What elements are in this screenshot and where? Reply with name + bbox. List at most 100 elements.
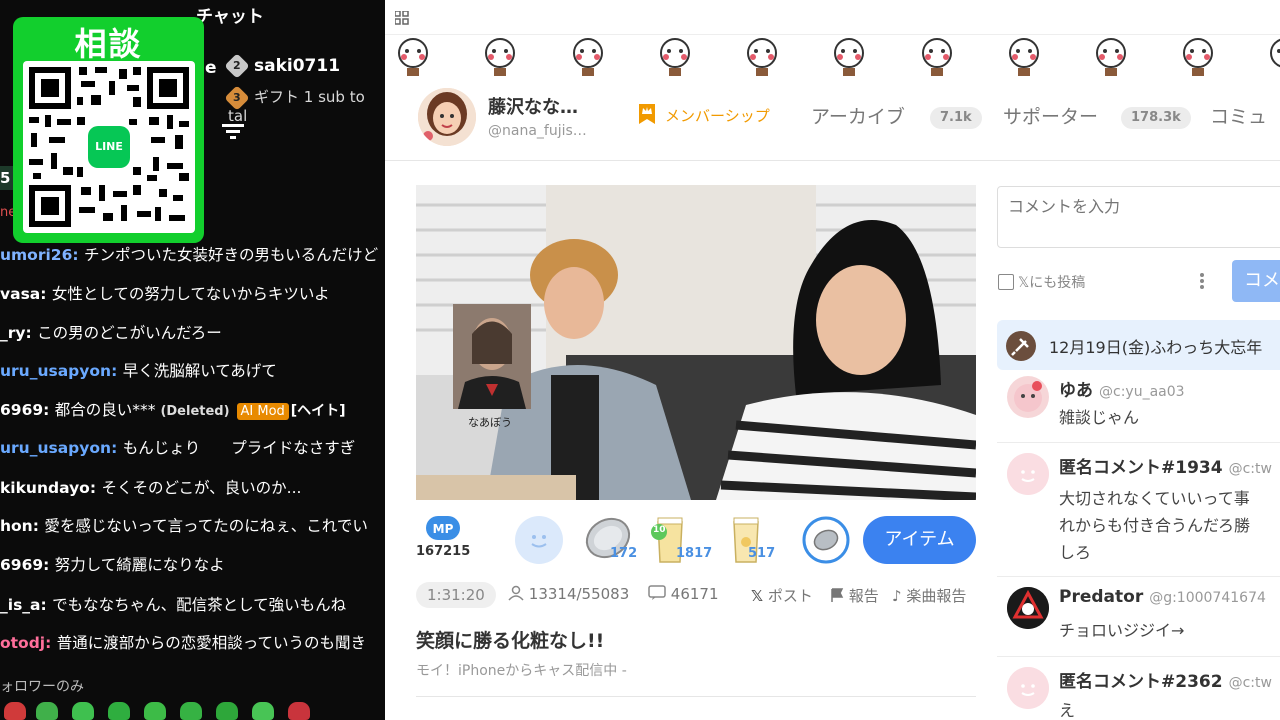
chat-username[interactable]: vasa (0, 285, 40, 303)
chat-message[interactable]: hon: 愛を感じないって言ってたのにねぇ、これでい (0, 514, 368, 536)
comment-author-id: @c:tw (1228, 461, 1272, 477)
comment-submit-button[interactable]: コメ (1232, 260, 1280, 302)
top-gifter-row[interactable]: 3 ギフト 1 sub to tal (224, 84, 385, 125)
channel-name[interactable]: 藤沢なな… (488, 93, 578, 119)
mascot-icon (834, 38, 864, 76)
emote-icon[interactable] (36, 702, 58, 720)
report-label: 報告 (848, 587, 879, 605)
gifter-name: saki0711 (254, 56, 341, 76)
chat-username[interactable]: _ry (0, 324, 26, 342)
live-subtitle: モイ！iPhoneからキャス配信中 - (416, 663, 627, 679)
comment-author[interactable]: Predator @g:1000741674 (1059, 587, 1266, 607)
music-report-button[interactable]: ♪ 楽曲報告 (892, 585, 966, 606)
comment-item[interactable]: 匿名コメント#1934 @c:tw 大切されなくていいって事 れからも付き合うんだ… (997, 453, 1280, 573)
chat-username[interactable]: umori26 (0, 246, 72, 264)
pip-guest-video[interactable] (453, 304, 531, 409)
tab-archive[interactable]: アーカイブ (811, 102, 905, 129)
tab-membership[interactable]: メンバーシップ (637, 104, 770, 126)
x-logo-icon: 𝕏 (751, 587, 764, 605)
chat-message[interactable]: 6969: 都合の良い*** (Deleted) AI Mod [ヘイト] (0, 398, 346, 420)
chat-text: 愛を感じないって言ってたのにねぇ、これでい (44, 517, 368, 535)
comment-icon (648, 585, 666, 600)
emote-icon[interactable] (4, 702, 26, 720)
item-button[interactable]: アイテム (863, 516, 976, 564)
chat-username[interactable]: otodj (0, 634, 45, 652)
report-button[interactable]: 報告 (830, 585, 879, 606)
comment-item[interactable]: Predator @g:1000741674 チョロいジジイ→ (997, 587, 1280, 651)
comment-text: チョロいジジイ→ (1059, 621, 1185, 640)
flag-icon (831, 588, 844, 602)
tab-supporter[interactable]: サポーター (1003, 102, 1098, 129)
chat-message[interactable]: umori26: チンポついた女装好きの男もいるんだけど (0, 243, 378, 265)
chat-username[interactable]: kikundayo (0, 479, 90, 497)
tea-gift-level: 10 (653, 525, 666, 535)
comment-author[interactable]: 匿名コメント#2362 @c:tw (1059, 667, 1272, 692)
chat-username[interactable]: uru_usapyon (0, 362, 111, 380)
emote-icon[interactable] (180, 702, 202, 720)
chat-username[interactable]: _is_a (0, 596, 41, 614)
drink-gift-button[interactable]: 517 (726, 514, 786, 566)
chat-message[interactable]: _ry: この男のどこがいんだろー (0, 321, 222, 343)
chat-message[interactable]: kikundayo: そくそのどこが、良いのか... (0, 476, 301, 498)
emote-icon[interactable] (216, 702, 238, 720)
chat-message[interactable]: uru_usapyon: 早く洗脳解いてあげて (0, 359, 277, 381)
mp-icon: MP (426, 516, 460, 544)
chat-message[interactable]: 6969: 努力して綺麗になりなよ (0, 553, 225, 575)
coin-gift-button[interactable]: 172 (584, 514, 640, 566)
live-title: 笑顔に勝る化粧なし!! (416, 630, 605, 652)
comment-text: しろ (1059, 543, 1092, 562)
more-options-icon[interactable] (1199, 272, 1205, 294)
emote-icon[interactable] (144, 702, 166, 720)
chat-message[interactable]: vasa: 女性としての努力してないからキツいよ (0, 282, 330, 304)
filter-icon[interactable] (222, 122, 244, 144)
music-note-icon: ♪ (892, 587, 902, 605)
chat-username[interactable]: 6969 (0, 556, 43, 574)
chat-text: 女性としての努力してないからキツいよ (51, 285, 330, 303)
tea-gift-button[interactable]: 10 1817 (650, 514, 714, 566)
anonymous-avatar[interactable] (1007, 453, 1049, 495)
grid-icon[interactable] (394, 10, 409, 29)
chat-username[interactable]: hon (0, 517, 33, 535)
line-qr-card: 相談 LINE (13, 17, 204, 243)
video-player[interactable]: なあぼう (416, 185, 976, 500)
anonymous-avatar[interactable] (1007, 667, 1049, 709)
x-post-checkbox[interactable] (998, 274, 1014, 290)
mascot-icon (1096, 38, 1126, 76)
chat-username[interactable]: 6969 (0, 401, 43, 419)
x-post-button[interactable]: 𝕏 ポスト (751, 585, 813, 606)
pin-icon (1006, 331, 1036, 361)
emote-icon[interactable] (72, 702, 94, 720)
comment-input[interactable] (997, 186, 1280, 248)
comment-avatar[interactable] (1007, 376, 1049, 418)
emote-icon[interactable] (108, 702, 130, 720)
line-logo-icon: LINE (84, 122, 134, 172)
chat-text: 早く洗脳解いてあげて (122, 362, 277, 380)
x-post-label: ポスト (767, 587, 813, 605)
chat-message[interactable]: _is_a: でもななちゃん、配信茶として強いもんね (0, 593, 346, 615)
smile-gift-button[interactable] (515, 516, 563, 564)
comment-author[interactable]: 匿名コメント#1934 @c:tw (1059, 453, 1272, 478)
chat-text: そくそのどこが、良いのか... (101, 479, 302, 497)
mp-value: 167215 (416, 544, 471, 559)
emote-icon[interactable] (288, 702, 310, 720)
qr-card-title: 相談 (74, 25, 143, 63)
channel-avatar[interactable] (418, 88, 476, 146)
coin-select-button[interactable] (802, 516, 850, 564)
emote-icon[interactable] (252, 702, 274, 720)
comment-item[interactable]: 匿名コメント#2362 @c:tw え (997, 667, 1280, 720)
coin-gift-count: 172 (610, 546, 638, 561)
comment-item[interactable]: ゆあ @c:yu_aa03 雑談じゃん (997, 376, 1280, 436)
comment-author[interactable]: ゆあ @c:yu_aa03 (1059, 376, 1185, 401)
chat-message[interactable]: otodj: 普通に渡部からの恋愛相談っていうのも聞き (0, 631, 366, 653)
mascot-icon (1009, 38, 1039, 76)
chat-message[interactable]: uru_usapyon: もんじょり プライドなさすぎ (0, 436, 355, 458)
pinned-announcement[interactable]: 12月19日(金)ふわっち大忘年 (997, 320, 1280, 370)
viewer-count: 13314/55083 (508, 585, 629, 603)
chat-text: この男のどこがいんだろー (37, 324, 222, 342)
chat-username[interactable]: uru_usapyon (0, 439, 111, 457)
music-report-label: 楽曲報告 (906, 587, 967, 605)
top-gifter-row[interactable]: 2 saki0711 (224, 53, 341, 79)
tab-community[interactable]: コミュ (1210, 102, 1267, 129)
gifter-name: ギフト 1 sub to tal (228, 88, 365, 125)
comment-avatar[interactable] (1007, 587, 1049, 629)
